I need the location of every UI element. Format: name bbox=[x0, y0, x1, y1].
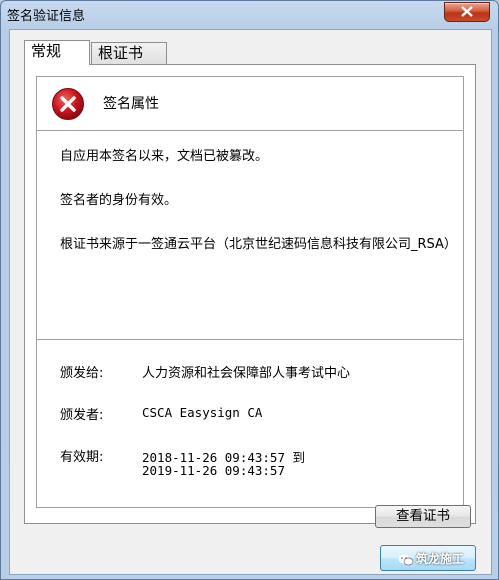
view-certificate-label: 查看证书 bbox=[396, 508, 450, 524]
tab-root-certificate[interactable]: 根证书 bbox=[91, 42, 167, 64]
wechat-icon bbox=[398, 554, 414, 565]
divider bbox=[37, 339, 463, 340]
issuer-label: 颁发者: bbox=[60, 408, 104, 423]
watermark: 筑龙施工 bbox=[398, 550, 464, 567]
identity-message: 签名者的身份有效。 bbox=[60, 193, 178, 208]
tamper-message: 自应用本签名以来，文档已被篡改。 bbox=[60, 149, 269, 164]
divider bbox=[37, 130, 463, 131]
issuer-value: CSCA Easysign CA bbox=[142, 405, 263, 420]
view-certificate-button[interactable]: 查看证书 bbox=[375, 505, 471, 528]
signature-properties-group: 签名属性 自应用本签名以来，文档已被篡改。 签名者的身份有效。 根证书来源于一签… bbox=[36, 76, 464, 508]
title-bar[interactable]: 签名验证信息 bbox=[1, 1, 498, 27]
general-tab-panel: 签名属性 自应用本签名以来，文档已被篡改。 签名者的身份有效。 根证书来源于一签… bbox=[24, 64, 476, 524]
root-cert-message: 根证书来源于一签通云平台（北京世纪速码信息科技有限公司_RSA） bbox=[60, 237, 457, 252]
valid-to-value: 2019-11-26 09:43:57 bbox=[142, 463, 285, 478]
issued-to-label: 颁发给: bbox=[60, 366, 104, 381]
tab-root-certificate-label: 根证书 bbox=[98, 44, 144, 62]
window-title: 签名验证信息 bbox=[7, 9, 86, 24]
signature-properties-heading: 签名属性 bbox=[103, 96, 159, 112]
watermark-text: 筑龙施工 bbox=[416, 552, 465, 566]
close-button[interactable] bbox=[444, 2, 490, 22]
dialog-client-area: 常规 根证书 签名属性 自应用本签名以来，文档已被篡改。 签名者的身份有效。 根… bbox=[9, 29, 492, 575]
signature-verification-window: 签名验证信息 常规 根证书 签名属性 自应用本签名以来，文档已被篡改。 签名者的… bbox=[0, 0, 499, 580]
close-icon bbox=[461, 6, 473, 17]
tab-general-label: 常规 bbox=[31, 42, 62, 60]
issued-to-value: 人力资源和社会保障部人事考试中心 bbox=[142, 366, 351, 381]
validity-label: 有效期: bbox=[60, 450, 104, 465]
tab-general[interactable]: 常规 bbox=[24, 40, 90, 65]
error-x-icon bbox=[52, 88, 84, 120]
